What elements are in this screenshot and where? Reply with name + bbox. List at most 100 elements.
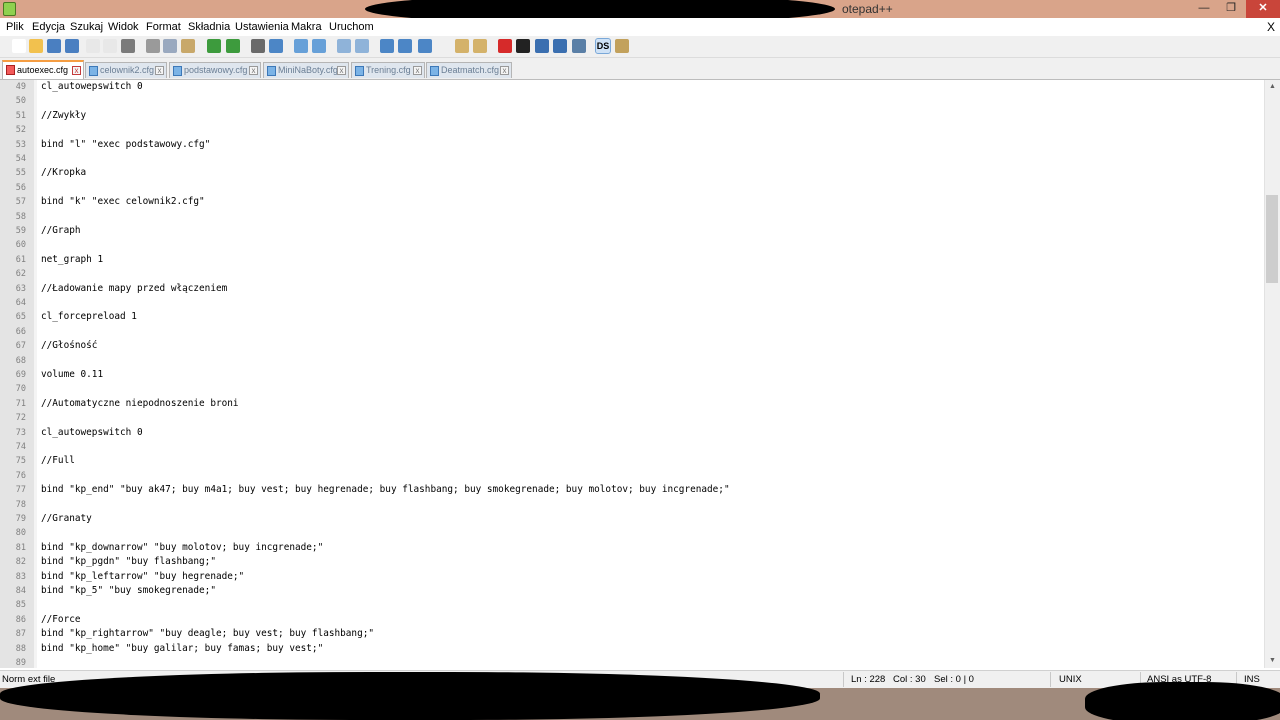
line-number: 83 <box>15 571 26 582</box>
scroll-thumb[interactable] <box>1266 195 1278 283</box>
line-number: 74 <box>15 442 26 452</box>
tab-close-icon[interactable]: x <box>413 66 422 75</box>
code-line[interactable]: cl_autowepswitch 0 <box>41 81 143 92</box>
close-file-icon[interactable] <box>86 39 100 53</box>
code-line[interactable]: bind "kp_end" "buy ak47; buy m4a1; buy v… <box>41 484 730 495</box>
code-line[interactable]: cl_forcepreload 1 <box>41 311 137 322</box>
ds-icon[interactable]: DS <box>595 38 611 54</box>
code-line[interactable]: cl_autowepswitch 0 <box>41 427 143 438</box>
tab-celownik2[interactable]: celownik2.cfg x <box>85 62 167 78</box>
code-line[interactable]: //Force <box>41 614 81 625</box>
redo-icon[interactable] <box>226 39 240 53</box>
tab-trening[interactable]: Trening.cfg x <box>351 62 425 78</box>
tab-close-icon[interactable]: x <box>72 66 81 75</box>
status-insert-mode[interactable]: INS <box>1244 674 1260 685</box>
minimize-button[interactable]: — <box>1190 0 1218 18</box>
code-line[interactable]: volume 0.11 <box>41 369 103 380</box>
ds-label: DS <box>596 41 610 51</box>
new-file-icon[interactable] <box>12 39 26 53</box>
menu-edycja[interactable]: Edycja <box>32 21 65 33</box>
tab-close-icon[interactable]: x <box>337 66 346 75</box>
vertical-scrollbar[interactable]: ▲ ▼ <box>1264 80 1280 668</box>
editor-area[interactable]: 49 50 51 52 53 54 55 56 57 58 59 60 61 62 63 64 65 66 67 68… <box>0 80 1264 668</box>
word-wrap-icon[interactable] <box>380 39 394 53</box>
paste-icon[interactable] <box>181 39 195 53</box>
tab-close-icon[interactable]: x <box>500 66 509 75</box>
undo-icon[interactable] <box>207 39 221 53</box>
code-line[interactable]: //Graph <box>41 225 81 236</box>
menu-skladnia[interactable]: Składnia <box>188 21 230 33</box>
code-line[interactable]: //Granaty <box>41 513 92 524</box>
replace-icon[interactable] <box>269 39 283 53</box>
macro-save-icon[interactable] <box>572 39 586 53</box>
close-document-button[interactable]: X <box>1267 20 1275 34</box>
macro-record-icon[interactable] <box>498 39 512 53</box>
line-number: 86 <box>15 614 26 625</box>
tab-autoexec[interactable]: autoexec.cfg x <box>2 60 84 79</box>
find-icon[interactable] <box>251 39 265 53</box>
line-number: 75 <box>15 456 26 467</box>
code-line[interactable]: bind "kp_home" "buy galilar; buy famas; … <box>41 643 323 654</box>
menu-makra[interactable]: Makra <box>291 21 322 33</box>
close-window-button[interactable]: ✕ <box>1246 0 1280 18</box>
code-line[interactable]: //Automatyczne niepodnoszenie broni <box>41 398 239 409</box>
close-all-icon[interactable] <box>103 39 117 53</box>
line-number: 81 <box>15 542 26 553</box>
plugin-icon[interactable] <box>615 39 629 53</box>
status-eol[interactable]: UNIX <box>1059 674 1082 685</box>
code-line[interactable]: //Głośność <box>41 340 97 351</box>
line-number: 52 <box>15 125 26 136</box>
fold-margin[interactable] <box>34 80 37 668</box>
code-line[interactable]: bind "kp_5" "buy smokegrenade;" <box>41 585 216 596</box>
user-language-icon[interactable] <box>436 39 450 53</box>
code-line[interactable]: bind "kp_pgdn" "buy flashbang;" <box>41 556 216 567</box>
menu-ustawienia[interactable]: Ustawienia <box>235 21 289 33</box>
line-number: 87 <box>15 629 26 640</box>
tab-close-icon[interactable]: x <box>249 66 258 75</box>
function-list-icon[interactable] <box>473 39 487 53</box>
code-line[interactable]: bind "kp_downarrow" "buy molotov; buy in… <box>41 542 323 553</box>
macro-play-icon[interactable] <box>535 39 549 53</box>
tab-podstawowy[interactable]: podstawowy.cfg x <box>169 62 261 78</box>
code-line[interactable]: bind "kp_rightarrow" "buy deagle; buy ve… <box>41 628 374 639</box>
sync-horizontal-icon[interactable] <box>355 39 369 53</box>
restore-button[interactable]: ❐ <box>1217 0 1245 18</box>
menu-widok[interactable]: Widok <box>108 21 139 33</box>
indent-guide-icon[interactable] <box>418 39 432 53</box>
menu-format[interactable]: Format <box>146 21 181 33</box>
macro-run-multiple-icon[interactable] <box>553 39 567 53</box>
tab-deatmatch[interactable]: Deatmatch.cfg x <box>426 62 512 78</box>
code-line[interactable]: //Zwykły <box>41 110 86 121</box>
save-all-icon[interactable] <box>65 39 79 53</box>
menu-plik[interactable]: Plik <box>6 21 24 33</box>
code-line[interactable]: net_graph 1 <box>41 254 103 265</box>
notepad-app-icon[interactable] <box>3 2 16 16</box>
code-line[interactable]: //Full <box>41 455 75 466</box>
menu-uruchom[interactable]: Uruchom <box>329 21 374 33</box>
tab-label: podstawowy.cfg <box>184 65 248 75</box>
tab-label: Deatmatch.cfg <box>441 65 500 75</box>
title-bar: otepad++ — ❐ ✕ <box>0 0 1280 24</box>
macro-stop-icon[interactable] <box>516 39 530 53</box>
menu-szukaj[interactable]: Szukaj <box>70 21 103 33</box>
line-number: 56 <box>15 182 26 193</box>
show-all-chars-icon[interactable] <box>398 39 412 53</box>
zoom-in-icon[interactable] <box>294 39 308 53</box>
open-file-icon[interactable] <box>29 39 43 53</box>
tab-close-icon[interactable]: x <box>155 66 164 75</box>
doc-map-icon[interactable] <box>455 39 469 53</box>
zoom-out-icon[interactable] <box>312 39 326 53</box>
copy-icon[interactable] <box>163 39 177 53</box>
cut-icon[interactable] <box>146 39 160 53</box>
save-icon[interactable] <box>47 39 61 53</box>
print-icon[interactable] <box>121 39 135 53</box>
code-line[interactable]: //Kropka <box>41 167 86 178</box>
code-line[interactable]: bind "k" "exec celownik2.cfg" <box>41 196 205 207</box>
code-line[interactable]: bind "l" "exec podstawowy.cfg" <box>41 139 210 150</box>
code-line[interactable]: //Ładowanie mapy przed włączeniem <box>41 283 227 294</box>
sync-vertical-icon[interactable] <box>337 39 351 53</box>
tab-mininaboty[interactable]: MiniNaBoty.cfg x <box>263 62 349 78</box>
code-line[interactable]: bind "kp_leftarrow" "buy hegrenade;" <box>41 571 244 582</box>
scroll-down-icon[interactable]: ▼ <box>1265 654 1280 668</box>
scroll-up-icon[interactable]: ▲ <box>1265 80 1280 94</box>
